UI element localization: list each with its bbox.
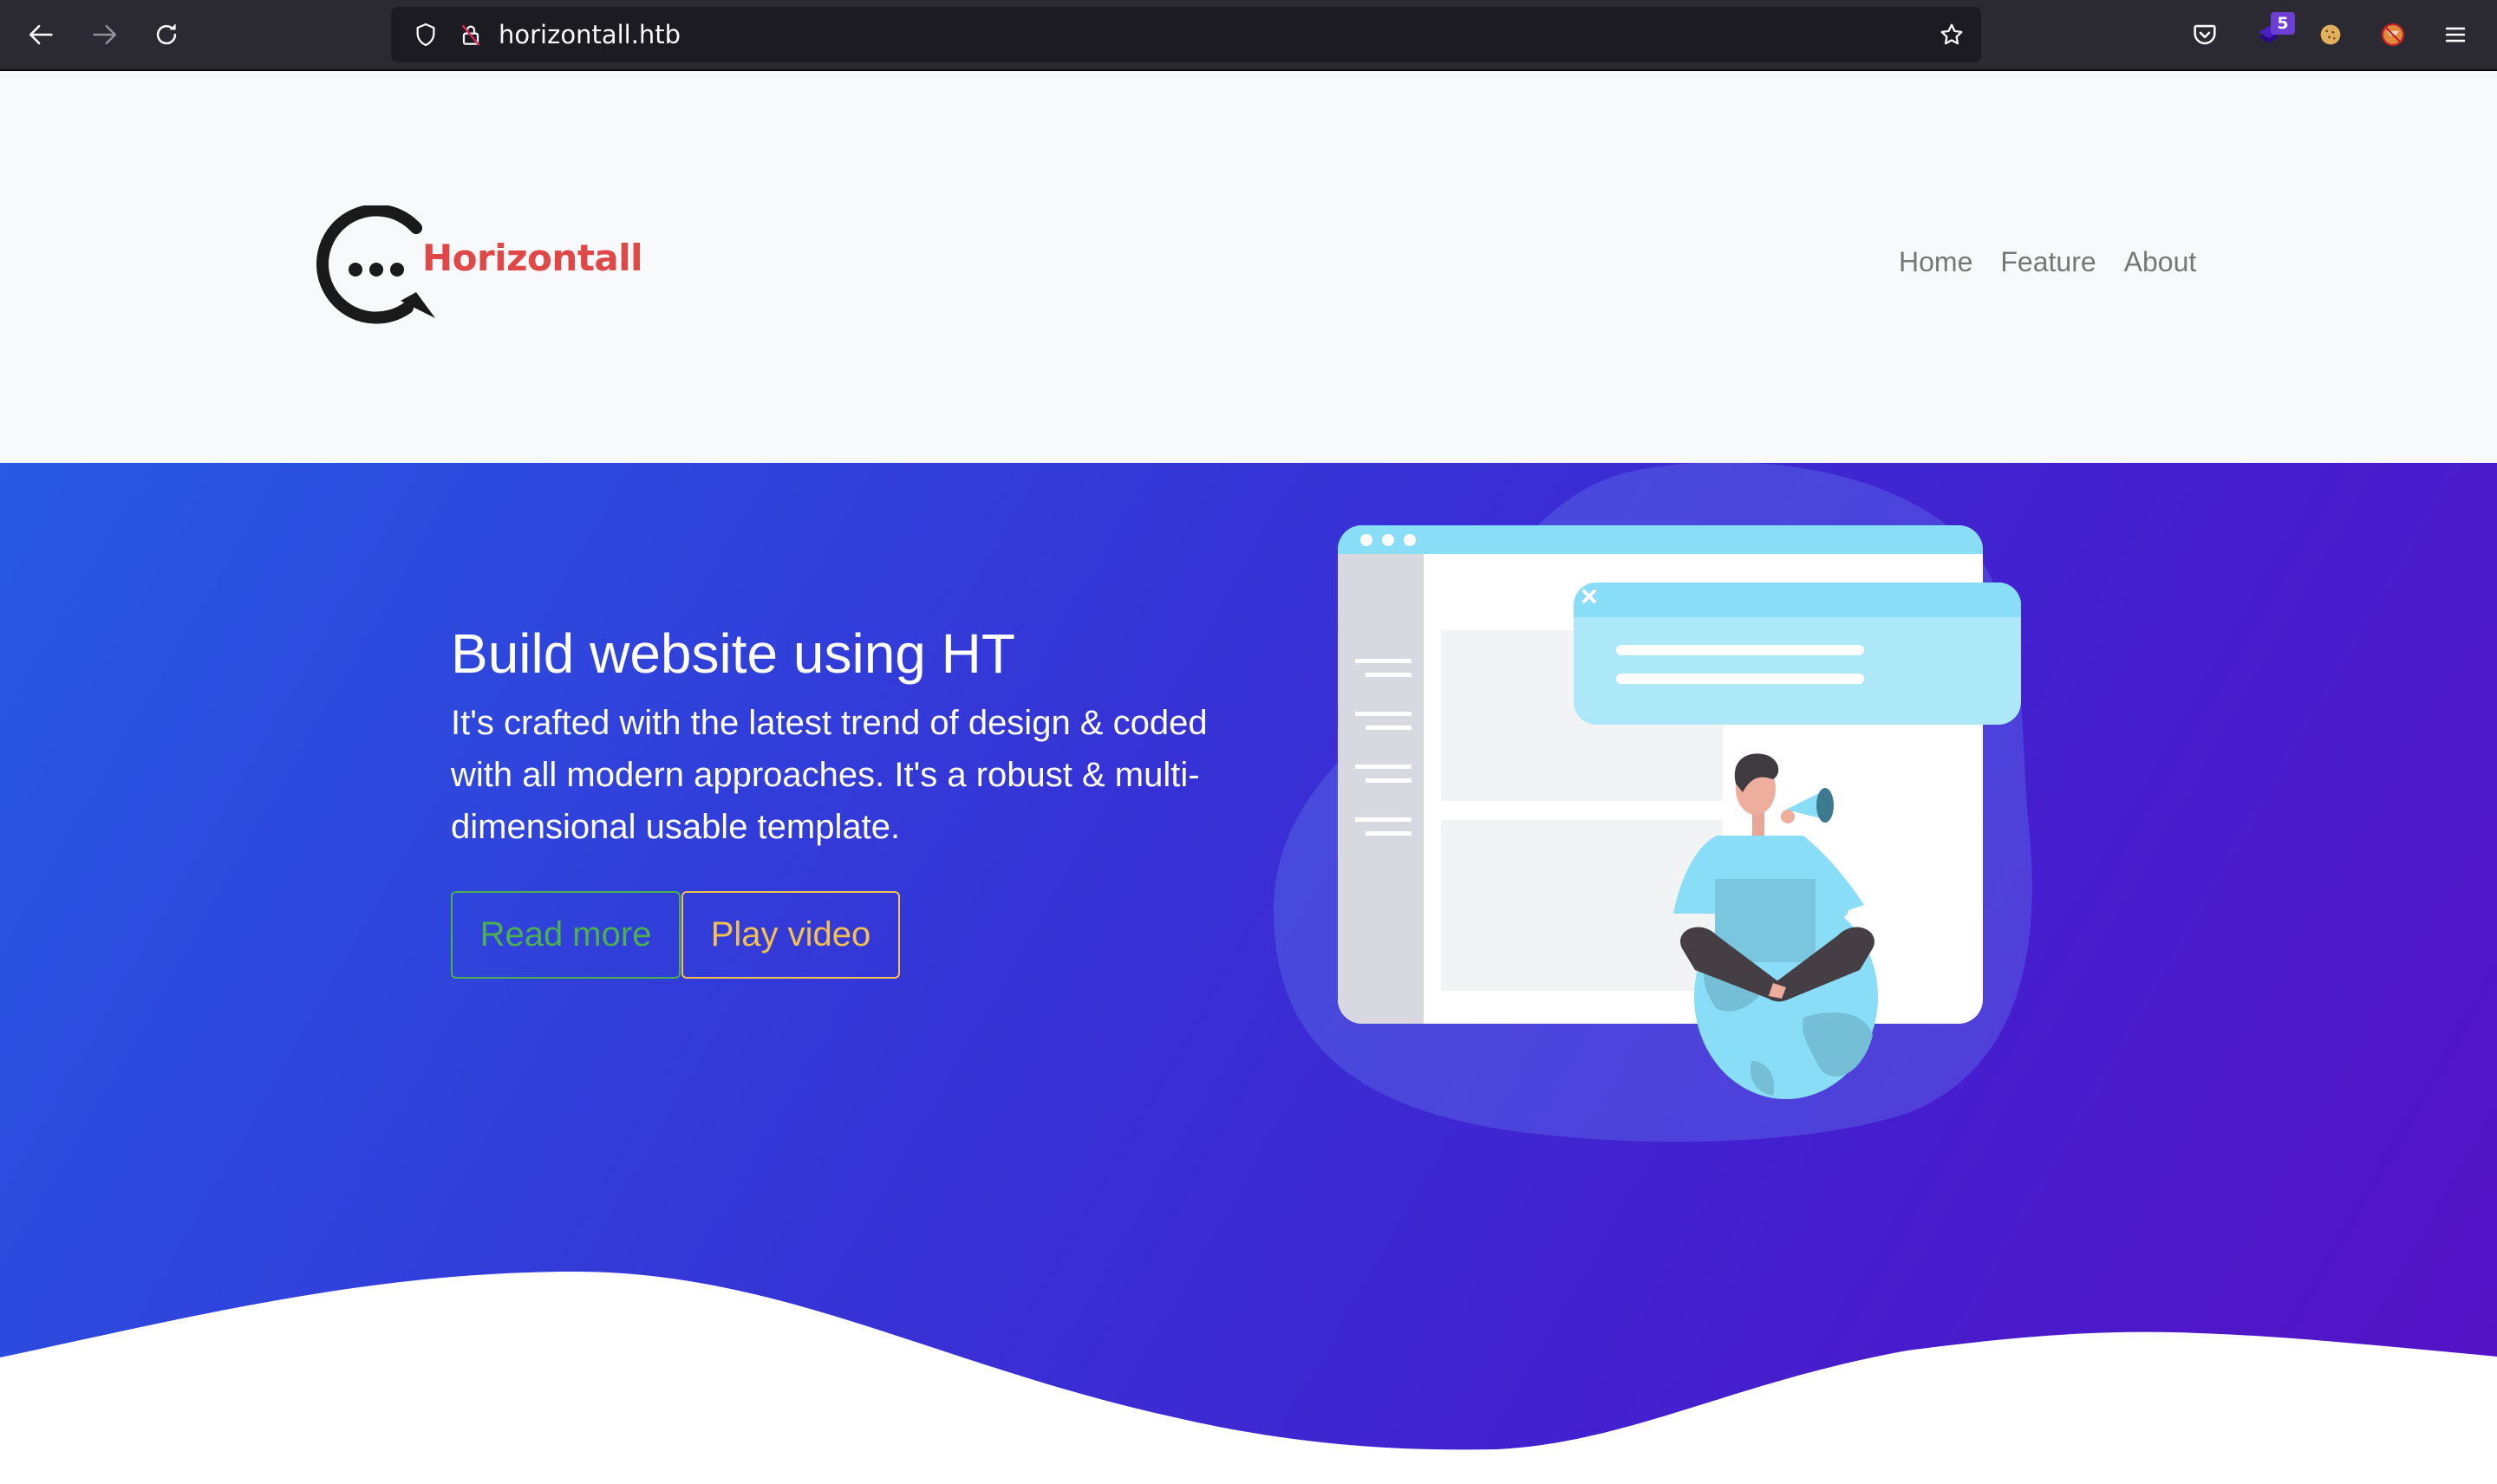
cookie-icon <box>2320 24 2341 45</box>
nav-feature[interactable]: Feature <box>2000 244 2096 279</box>
browser-toolbar: horizontall.htb 5 <box>0 0 2497 71</box>
url-text[interactable]: horizontall.htb <box>499 7 681 62</box>
reload-button[interactable] <box>146 14 187 55</box>
main-nav: Home Feature About <box>1899 244 2196 279</box>
logo-text: Horizontall <box>422 237 643 279</box>
pocket-icon <box>2194 24 2216 45</box>
nav-home[interactable]: Home <box>1899 244 1972 279</box>
menu-button[interactable] <box>2435 14 2476 55</box>
cookie-editor-button[interactable] <box>2310 14 2351 55</box>
star-icon[interactable] <box>1936 19 1967 50</box>
site-header: Horizontall Home Feature About <box>0 71 2497 463</box>
hamburger-menu-icon <box>2445 27 2466 42</box>
back-button[interactable] <box>21 14 62 55</box>
insecure-lock-icon[interactable] <box>455 19 486 50</box>
pocket-button[interactable] <box>2184 14 2226 55</box>
forward-button[interactable] <box>83 14 125 55</box>
hero-section: Build website using HT It's crafted with… <box>0 463 2497 1484</box>
extension-badge: 5 <box>2271 12 2295 35</box>
layers-extension-button[interactable]: 5 <box>2248 12 2295 55</box>
foxyproxy-disabled-icon <box>2381 23 2405 47</box>
site-logo[interactable]: Horizontall <box>314 205 643 327</box>
nav-about[interactable]: About <box>2124 244 2197 279</box>
shield-icon[interactable] <box>410 19 441 50</box>
arrow-right-icon <box>93 24 117 45</box>
hero-bottom-wave <box>0 1272 2497 1484</box>
url-bar[interactable]: horizontall.htb <box>391 7 1981 62</box>
reload-icon <box>156 23 177 45</box>
foxyproxy-button[interactable] <box>2372 14 2414 55</box>
arrow-left-icon <box>29 24 53 45</box>
